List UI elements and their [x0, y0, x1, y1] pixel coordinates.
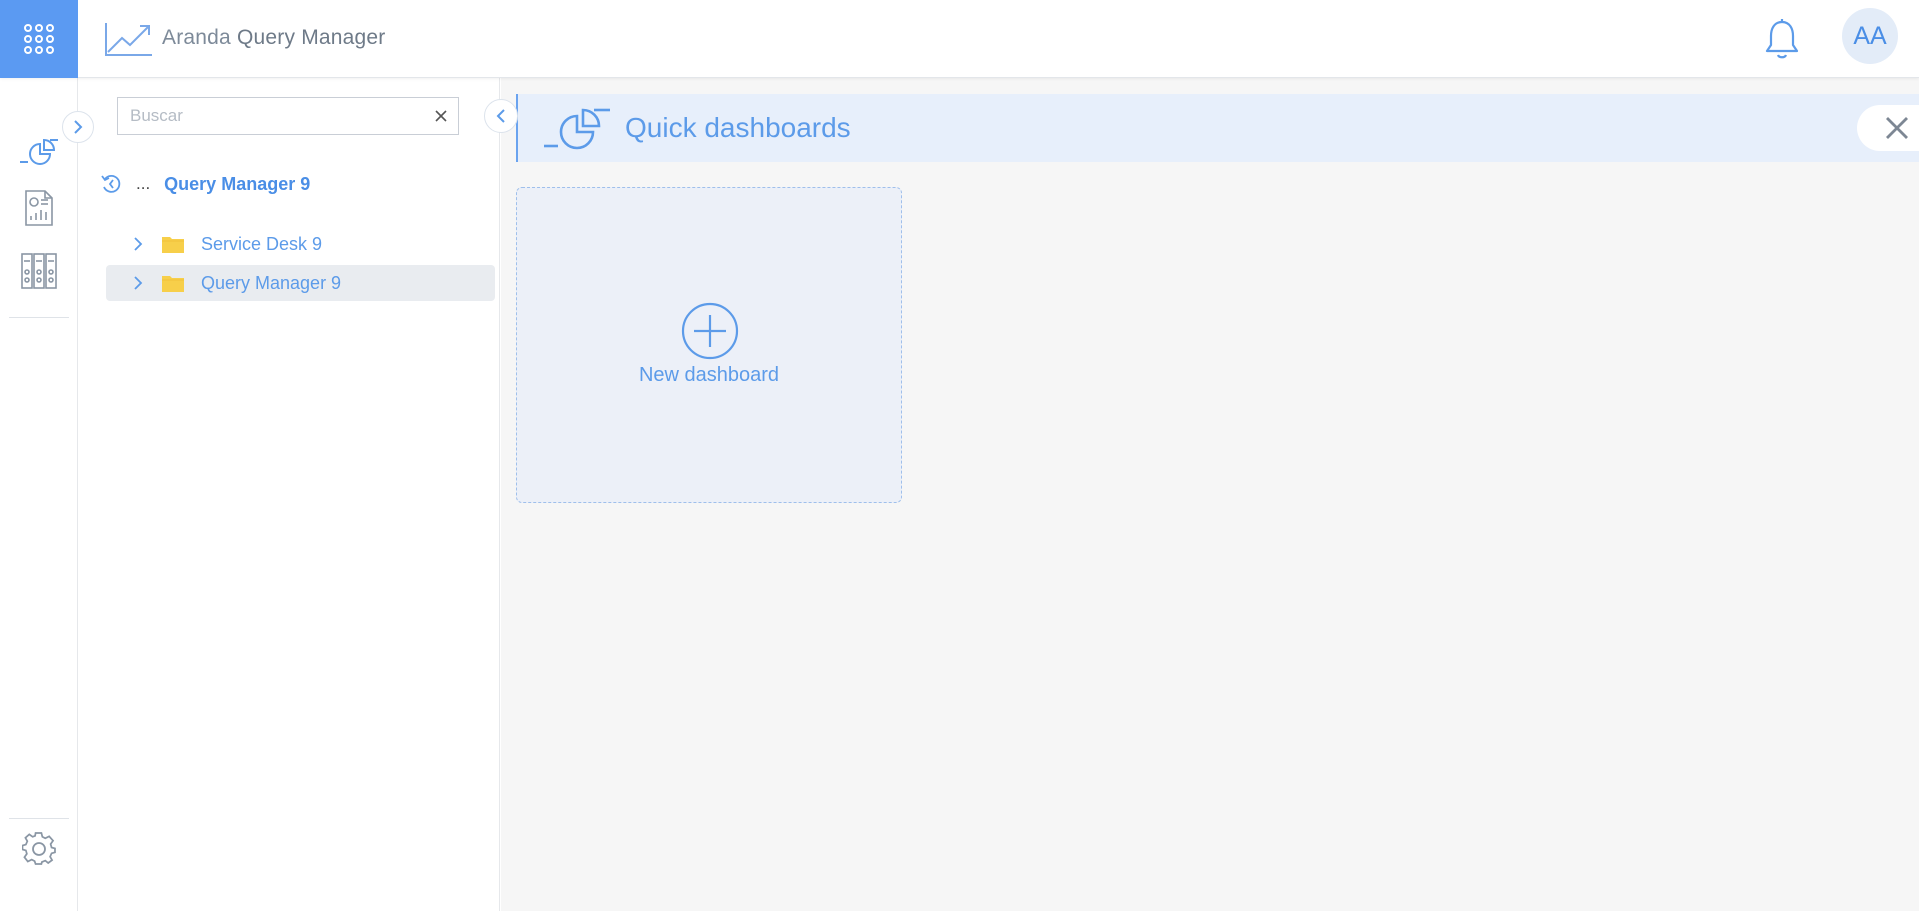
- clear-search-icon[interactable]: [432, 107, 450, 125]
- data-sources-icon: [21, 253, 57, 289]
- page-title: Quick dashboards: [625, 112, 851, 143]
- brand: Aranda Query Manager: [104, 18, 385, 58]
- search-input[interactable]: [130, 98, 430, 134]
- brand-prefix: Aranda: [162, 26, 231, 49]
- folder-tree-panel: ... Query Manager 9 Service Desk 9 Query…: [78, 78, 500, 911]
- bell-icon: [1765, 19, 1799, 59]
- rail-divider-bottom: [9, 818, 69, 819]
- brand-name: Query Manager: [236, 26, 386, 49]
- breadcrumb-current[interactable]: Query Manager 9: [164, 174, 310, 195]
- trend-chart-logo-icon: [105, 23, 152, 56]
- page-header: Quick dashboards: [516, 94, 1919, 162]
- add-circle-icon: [681, 302, 739, 360]
- main-content: Quick dashboards New dashboard: [501, 78, 1919, 911]
- chevron-right-icon[interactable]: [130, 275, 146, 291]
- chevron-right-icon: [74, 120, 83, 134]
- avatar-initials: AA: [1853, 21, 1887, 50]
- tree-item-label: Query Manager 9: [201, 272, 342, 293]
- close-button[interactable]: [1857, 105, 1919, 151]
- chevron-left-icon: [496, 109, 505, 123]
- search-box: [117, 97, 459, 135]
- rail-expand-button[interactable]: [62, 111, 94, 143]
- left-nav-rail: [0, 78, 78, 911]
- chevron-right-icon[interactable]: [130, 236, 146, 252]
- new-dashboard-card[interactable]: New dashboard: [516, 187, 902, 503]
- quick-dashboards-icon: [544, 108, 610, 150]
- apps-menu-button[interactable]: [0, 0, 78, 78]
- quick-dashboards-icon: [20, 138, 58, 165]
- settings-button[interactable]: [18, 828, 60, 870]
- close-icon: [1885, 117, 1908, 139]
- user-avatar[interactable]: AA: [1842, 8, 1898, 64]
- rail-item-reports[interactable]: [18, 187, 60, 229]
- breadcrumb: ... Query Manager 9: [100, 170, 310, 198]
- collapse-tree-button[interactable]: [484, 99, 518, 133]
- folder-icon: [162, 237, 184, 253]
- tree-item-label: Service Desk 9: [201, 233, 323, 254]
- rail-item-quick-dashboards[interactable]: [18, 130, 60, 172]
- apps-grid-icon: [24, 24, 54, 54]
- folder-icon: [162, 276, 184, 292]
- tree-item-service-desk-9[interactable]: Service Desk 9: [106, 226, 495, 262]
- notifications-button[interactable]: [1764, 18, 1800, 60]
- new-dashboard-label: New dashboard: [638, 364, 780, 386]
- tree-item-query-manager-9[interactable]: Query Manager 9: [106, 265, 495, 301]
- top-bar: Aranda Query Manager AA: [0, 0, 1919, 78]
- breadcrumb-ellipsis[interactable]: ...: [136, 174, 150, 194]
- gear-icon: [22, 832, 56, 865]
- rail-item-data-sources[interactable]: [18, 250, 60, 292]
- back-icon[interactable]: [100, 173, 122, 195]
- report-icon: [25, 190, 53, 226]
- rail-divider: [9, 317, 69, 318]
